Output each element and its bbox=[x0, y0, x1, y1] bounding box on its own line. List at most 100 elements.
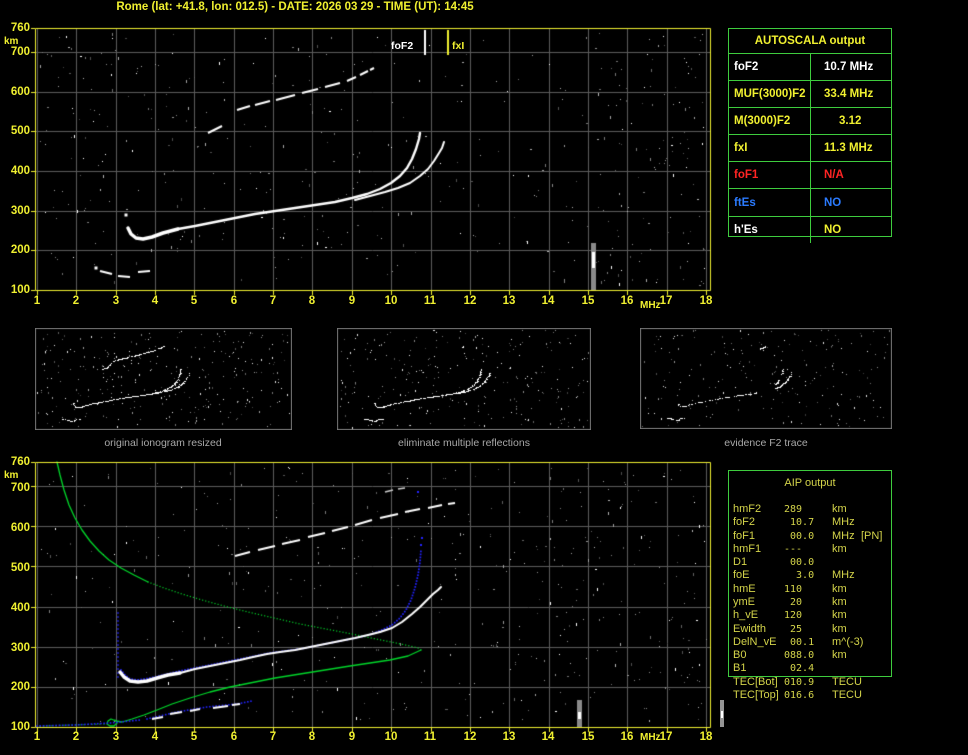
aip-param-name: TEC[Top] bbox=[733, 688, 779, 701]
aip-param-unit: km bbox=[832, 609, 847, 622]
autoscala-param-value: 10.7 MHz bbox=[824, 61, 874, 74]
autoscala-row-h-es: h'Es NO bbox=[729, 215, 891, 243]
aip-row-fof2: foF2 10.7 MHz bbox=[728, 516, 904, 529]
aip-table-header: AIP output bbox=[784, 477, 836, 489]
aip-param-name: Ewidth bbox=[733, 622, 767, 635]
aip-param-value: 120 bbox=[784, 610, 803, 622]
x-tick-label: 6 bbox=[230, 295, 238, 307]
x-tick-label: 12 bbox=[463, 731, 477, 743]
aip-param-value: 10.7 bbox=[784, 517, 815, 529]
aip-param-unit: km bbox=[832, 503, 847, 515]
aip-param-name: hmF1 bbox=[733, 542, 762, 555]
x-tick-label: 14 bbox=[541, 731, 555, 743]
x-tick-label: 12 bbox=[463, 295, 477, 307]
y-tick-label: 600 bbox=[10, 86, 30, 98]
aip-param-unit: m^(-3) bbox=[832, 635, 864, 648]
x-tick-label: 4 bbox=[151, 731, 159, 743]
autoscala-row-m-3000-f2: M(3000)F2 3.12 bbox=[729, 107, 891, 135]
aip-row-deln-ve: DelN_vE 00.1 m^(-3) bbox=[728, 636, 904, 649]
autoscala-param-value: NO bbox=[824, 223, 842, 236]
aip-param-value: 016.6 bbox=[784, 689, 815, 701]
autoscala-param-value: 11.3 MHz bbox=[824, 142, 873, 155]
aip-param-name: foF2 bbox=[733, 516, 756, 529]
aip-param-name: foF1 bbox=[733, 529, 756, 542]
x-tick-label: 18 bbox=[699, 731, 713, 743]
aip-row-d1: D1 00.0 bbox=[728, 556, 904, 569]
x-tick-label: 5 bbox=[190, 731, 198, 743]
interference-streak-bright bbox=[721, 711, 723, 718]
bottom-plot-km-unit: km bbox=[4, 470, 19, 481]
autoscala-table-header: AUTOSCALA output bbox=[729, 29, 891, 54]
y-tick-label: 700 bbox=[10, 482, 30, 494]
autoscala-output-table: AUTOSCALA output foF2 10.7 MHz MUF(3000)F2… bbox=[728, 28, 892, 243]
aip-param-name: B0 bbox=[733, 649, 747, 662]
top-plot-km-unit: km bbox=[4, 36, 19, 47]
y-tick-label: 400 bbox=[10, 602, 30, 614]
x-tick-label: 11 bbox=[423, 295, 437, 307]
x-tick-label: 11 bbox=[423, 731, 437, 743]
aip-param-value: 00.1 bbox=[784, 636, 815, 648]
aip-row-b1: B1 02.4 bbox=[728, 662, 904, 675]
aip-param-flag: [PN] bbox=[861, 529, 883, 542]
y-tick-label: 400 bbox=[10, 165, 30, 177]
aip-row-yme: ymE 20 km bbox=[728, 596, 904, 609]
autoscala-param-label: MUF(3000)F2 bbox=[729, 81, 811, 108]
x-tick-label: 1 bbox=[33, 295, 41, 307]
y-tick-label: 500 bbox=[10, 125, 30, 137]
aip-param-value: 00.0 bbox=[784, 557, 815, 569]
aip-row-tec-top-: TEC[Top] 016.6 TECU bbox=[728, 689, 904, 702]
x-tick-label: 16 bbox=[620, 295, 634, 307]
aip-param-name: B1 bbox=[733, 662, 747, 675]
aip-param-value: 25 bbox=[784, 623, 803, 635]
autoscala-param-label: fxI bbox=[729, 135, 811, 162]
y-tick-label: 760 bbox=[10, 22, 30, 34]
aip-param-unit: km bbox=[832, 649, 847, 662]
aip-param-value: 289 bbox=[784, 504, 803, 515]
aip-row-ewidth: Ewidth 25 km bbox=[728, 623, 904, 636]
x-tick-label: 7 bbox=[269, 731, 277, 743]
aip-param-value: --- bbox=[784, 543, 803, 555]
aip-param-unit: MHz bbox=[832, 516, 855, 529]
aip-param-name: DelN_vE bbox=[733, 635, 777, 648]
aip-param-name: D1 bbox=[733, 556, 748, 569]
x-tick-label: 4 bbox=[151, 295, 159, 307]
thumbnail-caption-original: original ionogram resized bbox=[104, 437, 222, 449]
y-tick-label: 200 bbox=[10, 244, 30, 256]
aip-param-value: 02.4 bbox=[784, 663, 815, 675]
autoscala-param-label: h'Es bbox=[729, 216, 811, 243]
aip-row-hmf1: hmF1 --- km bbox=[728, 543, 904, 556]
aip-param-name: ymE bbox=[733, 595, 755, 608]
x-tick-label: 13 bbox=[502, 295, 516, 307]
autoscala-param-value: 33.4 MHz bbox=[824, 88, 874, 101]
autoscala-param-value: NO bbox=[824, 196, 842, 209]
autoscala-param-label: foF1 bbox=[729, 162, 811, 189]
aip-param-unit: MHz bbox=[832, 529, 855, 542]
x-tick-label: 5 bbox=[190, 295, 198, 307]
y-tick-label: 600 bbox=[10, 522, 30, 534]
x-tick-label: 10 bbox=[384, 295, 398, 307]
aip-param-value: 110 bbox=[784, 583, 803, 595]
aip-row-hme: hmE 110 km bbox=[728, 583, 904, 596]
x-tick-label: 7 bbox=[269, 295, 277, 307]
autoscala-row-fof1: foF1 N/A bbox=[729, 161, 891, 189]
thumbnail-evidence-f2 bbox=[640, 328, 892, 429]
aip-param-unit: TECU bbox=[832, 688, 862, 701]
aip-param-unit: km bbox=[832, 582, 847, 595]
x-tick-label: 3 bbox=[112, 295, 120, 307]
ionogram-top-plot bbox=[28, 24, 718, 300]
thumbnail-caption-eliminate: eliminate multiple reflections bbox=[398, 437, 530, 449]
autoscala-row-muf-3000-f2: MUF(3000)F2 33.4 MHz bbox=[729, 80, 891, 108]
autoscala-row-fxi: fxI 11.3 MHz bbox=[729, 134, 891, 162]
y-tick-label: 300 bbox=[10, 205, 30, 217]
x-tick-label: 2 bbox=[72, 731, 80, 743]
aip-param-name: h_vE bbox=[733, 609, 759, 622]
x-tick-label: 16 bbox=[620, 731, 634, 743]
fof2-marker-label: foF2 bbox=[391, 40, 414, 52]
autoscala-param-value: 3.12 bbox=[839, 115, 862, 128]
aip-param-unit: km bbox=[832, 595, 847, 608]
aip-row-hmf2: hmF2 289 km bbox=[728, 503, 904, 516]
x-tick-label: 14 bbox=[541, 295, 555, 307]
x-tick-label: 2 bbox=[72, 295, 80, 307]
y-tick-label: 200 bbox=[10, 681, 30, 693]
x-tick-label: 1 bbox=[33, 731, 41, 743]
